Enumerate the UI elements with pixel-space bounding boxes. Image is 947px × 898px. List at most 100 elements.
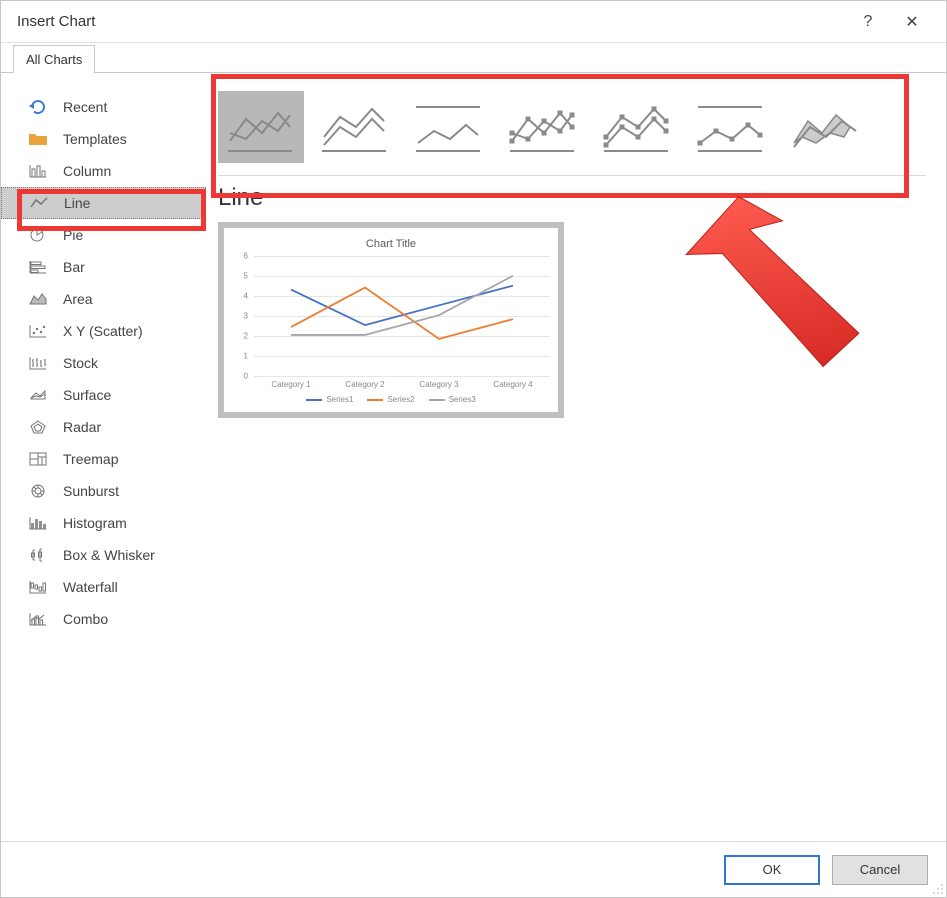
series-line-series1 xyxy=(291,286,513,325)
help-icon: ? xyxy=(864,13,873,31)
chart-category-sidebar: Recent Templates Column Line Pie Bar Area X Y (… xyxy=(1,73,206,841)
chart-plot-area: 0123456 xyxy=(232,256,550,376)
sidebar-item-combo[interactable]: Combo xyxy=(1,603,206,635)
x-category-label: Category 1 xyxy=(254,380,328,389)
recent-icon xyxy=(27,97,49,117)
subtype-100-stacked-line[interactable] xyxy=(406,91,492,163)
box-whisker-icon xyxy=(27,545,49,565)
templates-icon xyxy=(27,129,49,149)
sidebar-item-column[interactable]: Column xyxy=(1,155,206,187)
sidebar-item-sunburst[interactable]: Sunburst xyxy=(1,475,206,507)
chart-x-labels: Category 1Category 2Category 3Category 4 xyxy=(232,376,550,389)
sidebar-item-label: Sunburst xyxy=(63,483,119,499)
sidebar-item-label: Radar xyxy=(63,419,101,435)
cancel-button[interactable]: Cancel xyxy=(832,855,928,885)
x-category-label: Category 3 xyxy=(402,380,476,389)
chart-lines xyxy=(254,256,550,374)
x-category-label: Category 2 xyxy=(328,380,402,389)
legend-label: Series2 xyxy=(387,395,414,404)
sidebar-item-bar[interactable]: Bar xyxy=(1,251,206,283)
tab-strip: All Charts xyxy=(1,43,946,73)
subtype-3-d-line[interactable] xyxy=(782,91,868,163)
waterfall-icon xyxy=(27,577,49,597)
sidebar-item-label: Recent xyxy=(63,99,107,115)
sidebar-item-x-y-scatter-[interactable]: X Y (Scatter) xyxy=(1,315,206,347)
combo-icon xyxy=(27,609,49,629)
sidebar-item-label: X Y (Scatter) xyxy=(63,323,143,339)
x-y-scatter--icon xyxy=(27,321,49,341)
sidebar-item-waterfall[interactable]: Waterfall xyxy=(1,571,206,603)
subtype-100-stacked-line-with-markers[interactable] xyxy=(688,91,774,163)
legend-swatch-icon xyxy=(367,399,383,401)
subtype-stacked-line-with-markers[interactable] xyxy=(594,91,680,163)
y-tick-label: 3 xyxy=(244,312,248,321)
close-icon: ✕ xyxy=(905,12,918,32)
area-icon xyxy=(27,289,49,309)
chart-type-heading: Line xyxy=(218,184,926,212)
legend-item: Series1 xyxy=(306,395,353,404)
sidebar-item-pie[interactable]: Pie xyxy=(1,219,206,251)
sidebar-item-treemap[interactable]: Treemap xyxy=(1,443,206,475)
titlebar: Insert Chart ? ✕ xyxy=(1,1,946,43)
sidebar-item-surface[interactable]: Surface xyxy=(1,379,206,411)
y-tick-label: 5 xyxy=(244,272,248,281)
sidebar-item-label: Histogram xyxy=(63,515,127,531)
chart-subtype-row xyxy=(218,91,926,175)
sidebar-item-label: Waterfall xyxy=(63,579,118,595)
y-tick-label: 0 xyxy=(244,372,248,381)
legend-swatch-icon xyxy=(429,399,445,401)
sunburst-icon xyxy=(27,481,49,501)
sidebar-item-label: Templates xyxy=(63,131,127,147)
dialog-footer: OK Cancel xyxy=(1,841,946,897)
sidebar-item-label: Box & Whisker xyxy=(63,547,155,563)
legend-item: Series2 xyxy=(367,395,414,404)
sidebar-item-area[interactable]: Area xyxy=(1,283,206,315)
sidebar-item-stock[interactable]: Stock xyxy=(1,347,206,379)
ok-button[interactable]: OK xyxy=(724,855,820,885)
sidebar-item-label: Line xyxy=(64,195,90,211)
resize-grip-icon[interactable] xyxy=(932,883,944,895)
sidebar-item-label: Stock xyxy=(63,355,98,371)
gridline xyxy=(254,376,550,377)
dialog-title: Insert Chart xyxy=(17,13,846,30)
pie-icon xyxy=(27,225,49,245)
sidebar-item-label: Surface xyxy=(63,387,111,403)
main-area: Recent Templates Column Line Pie Bar Area X Y (… xyxy=(1,73,946,841)
chart-preview[interactable]: Chart Title 0 1 2 3 4 5 6 Category 1Category 2… xyxy=(218,222,564,418)
help-button[interactable]: ? xyxy=(846,1,890,43)
sidebar-item-histogram[interactable]: Histogram xyxy=(1,507,206,539)
sidebar-item-templates[interactable]: Templates xyxy=(1,123,206,155)
legend-item: Series3 xyxy=(429,395,476,404)
line-icon xyxy=(28,193,50,213)
chart-preview-title: Chart Title xyxy=(232,238,550,250)
sidebar-item-label: Column xyxy=(63,163,111,179)
chart-legend: Series1 Series2 Series3 xyxy=(232,389,550,404)
legend-swatch-icon xyxy=(306,399,322,401)
sidebar-item-label: Bar xyxy=(63,259,85,275)
y-tick-label: 4 xyxy=(244,292,248,301)
y-tick-label: 6 xyxy=(244,252,248,261)
bar-icon xyxy=(27,257,49,277)
sidebar-item-recent[interactable]: Recent xyxy=(1,91,206,123)
surface-icon xyxy=(27,385,49,405)
close-button[interactable]: ✕ xyxy=(890,1,934,43)
y-tick-label: 2 xyxy=(244,332,248,341)
radar-icon xyxy=(27,417,49,437)
tab-all-charts[interactable]: All Charts xyxy=(13,45,95,73)
sidebar-item-box-whisker[interactable]: Box & Whisker xyxy=(1,539,206,571)
histogram-icon xyxy=(27,513,49,533)
subtype-stacked-line[interactable] xyxy=(312,91,398,163)
subtype-line[interactable] xyxy=(218,91,304,163)
legend-label: Series1 xyxy=(326,395,353,404)
sidebar-item-line[interactable]: Line xyxy=(1,187,206,219)
subtype-line-with-markers[interactable] xyxy=(500,91,586,163)
sidebar-item-label: Pie xyxy=(63,227,83,243)
x-category-label: Category 4 xyxy=(476,380,550,389)
sidebar-item-label: Treemap xyxy=(63,451,119,467)
sidebar-item-label: Combo xyxy=(63,611,108,627)
sidebar-item-radar[interactable]: Radar xyxy=(1,411,206,443)
legend-label: Series3 xyxy=(449,395,476,404)
sidebar-item-label: Area xyxy=(63,291,93,307)
y-tick-label: 1 xyxy=(244,352,248,361)
stock-icon xyxy=(27,353,49,373)
